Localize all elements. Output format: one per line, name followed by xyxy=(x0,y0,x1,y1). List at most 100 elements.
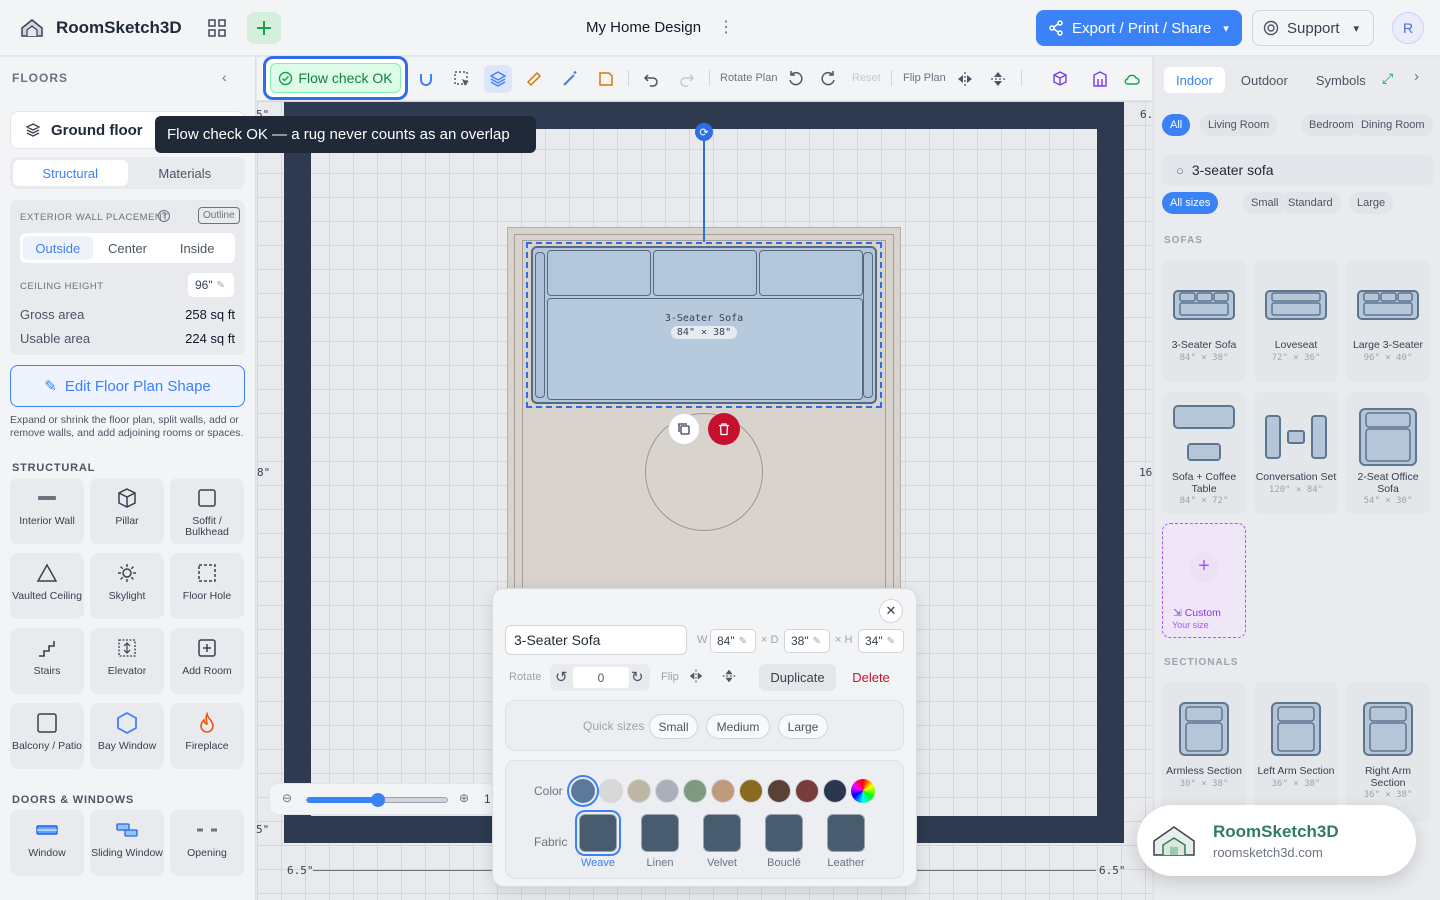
filter-all[interactable]: All xyxy=(1162,114,1191,136)
close-icon[interactable]: ✕ xyxy=(879,599,903,623)
fabric-velvet[interactable] xyxy=(703,814,741,852)
reset-button[interactable]: Reset xyxy=(852,72,881,84)
flow-check-button[interactable]: Flow check OK xyxy=(263,56,408,100)
zoom-slider[interactable] xyxy=(306,793,448,807)
placement-inside[interactable]: Inside xyxy=(162,236,232,260)
catalog-item-loveseat[interactable]: Loveseat 72" × 36" xyxy=(1254,260,1338,382)
fabric-weave[interactable] xyxy=(579,814,617,852)
flip-vertical-icon[interactable] xyxy=(988,69,1008,89)
catalog-item-sofa-coffee-table[interactable]: Sofa + Coffee Table 84" × 72" xyxy=(1162,392,1246,514)
quick-size-small[interactable]: Small xyxy=(649,714,698,739)
collapse-left-icon[interactable]: ‹ xyxy=(222,69,227,85)
tool-interior-wall[interactable]: Interior Wall xyxy=(10,478,84,544)
height-input[interactable]: 34" ✎ xyxy=(858,629,904,653)
chevron-right-icon[interactable]: › xyxy=(1414,68,1419,85)
brand-toast[interactable]: RoomSketch3D roomsketch3d.com xyxy=(1137,805,1416,876)
note-icon[interactable] xyxy=(596,69,616,89)
ceiling-height-input[interactable]: 96" ✎ xyxy=(188,273,234,297)
outline-badge[interactable]: Outline xyxy=(198,207,240,224)
3d-view-icon[interactable] xyxy=(1050,69,1070,89)
catalog-item-large-3-seater[interactable]: Large 3-Seater 96" × 40" xyxy=(1346,260,1430,382)
flip-horizontal-icon[interactable] xyxy=(955,69,975,89)
tool-add-room[interactable]: Add Room xyxy=(170,628,244,694)
rotate-cw-icon[interactable] xyxy=(818,69,838,89)
placement-outside[interactable]: Outside xyxy=(23,236,93,260)
filter-living-room[interactable]: Living Room xyxy=(1200,114,1278,136)
color-swatch[interactable] xyxy=(823,779,847,803)
tool-stairs[interactable]: Stairs xyxy=(10,628,84,694)
catalog-item-3-seater-sofa[interactable]: 3-Seater Sofa 84" × 38" xyxy=(1162,260,1246,382)
tool-sliding-window[interactable]: Sliding Window xyxy=(90,810,164,876)
rotate-handle[interactable]: ⟳ xyxy=(695,123,713,141)
magnet-icon[interactable] xyxy=(416,69,436,89)
building-icon[interactable] xyxy=(1090,69,1110,89)
rotate-cw-icon[interactable]: ↻ xyxy=(631,668,644,686)
color-swatch[interactable] xyxy=(627,779,651,803)
quick-size-large[interactable]: Large xyxy=(778,714,828,739)
undo-icon[interactable] xyxy=(641,69,661,89)
export-button[interactable]: Export / Print / Share ▾ xyxy=(1036,10,1242,46)
tab-materials[interactable]: Materials xyxy=(128,160,243,186)
size-filter-large[interactable]: Large xyxy=(1349,192,1394,214)
color-swatch[interactable] xyxy=(795,779,819,803)
catalog-item-armless-section[interactable]: Armless Section 30" × 38" xyxy=(1162,682,1246,822)
help-icon[interactable]: ? xyxy=(158,210,170,222)
catalog-search-input[interactable]: ○ 3-seater sofa xyxy=(1162,155,1434,185)
delete-button[interactable]: Delete xyxy=(843,664,899,691)
rotate-ccw-icon[interactable] xyxy=(786,69,806,89)
flip-vertical-icon[interactable] xyxy=(721,668,737,689)
filter-dining-room[interactable]: Dining Room xyxy=(1353,114,1433,136)
select-icon[interactable] xyxy=(452,69,472,89)
tab-symbols[interactable]: Symbols xyxy=(1304,67,1378,93)
tool-soffit-bulkhead[interactable]: Soffit / Bulkhead xyxy=(170,478,244,544)
size-filter-all[interactable]: All sizes xyxy=(1162,192,1219,214)
custom-size-item[interactable]: + ⇲ Custom Your size xyxy=(1162,523,1246,638)
object-name-input[interactable]: 3-Seater Sofa xyxy=(505,625,687,655)
tab-outdoor[interactable]: Outdoor xyxy=(1229,67,1300,93)
more-options-icon[interactable]: ⋮ xyxy=(718,16,734,40)
width-input[interactable]: 84" ✎ xyxy=(710,629,756,653)
color-swatch[interactable] xyxy=(767,779,791,803)
cloud-icon[interactable] xyxy=(1122,69,1142,89)
tool-window[interactable]: Window xyxy=(10,810,84,876)
document-title[interactable]: My Home Design xyxy=(586,19,701,36)
duplicate-button[interactable]: Duplicate xyxy=(759,664,836,691)
dashboard-button[interactable] xyxy=(200,12,234,44)
placement-center[interactable]: Center xyxy=(93,236,163,260)
tool-floor-hole[interactable]: Floor Hole xyxy=(170,553,244,619)
tool-fireplace[interactable]: Fireplace xyxy=(170,703,244,769)
flip-horizontal-icon[interactable] xyxy=(688,668,704,689)
zoom-in-icon[interactable]: ⊕ xyxy=(459,791,469,805)
size-filter-standard[interactable]: Standard xyxy=(1280,192,1341,214)
fabric-linen[interactable] xyxy=(641,814,679,852)
quick-size-medium[interactable]: Medium xyxy=(706,714,770,739)
layers-toggle-icon[interactable] xyxy=(484,65,512,93)
rotate-ccw-icon[interactable]: ↺ xyxy=(555,668,568,686)
color-swatch[interactable] xyxy=(655,779,679,803)
new-design-button[interactable] xyxy=(247,12,281,44)
color-swatch[interactable] xyxy=(599,779,623,803)
rotate-input[interactable]: 0 xyxy=(573,667,629,688)
depth-input[interactable]: 38" ✎ xyxy=(784,629,830,653)
tool-balcony-patio[interactable]: Balcony / Patio xyxy=(10,703,84,769)
support-button[interactable]: Support ▾ xyxy=(1252,10,1374,46)
tool-vaulted-ceiling[interactable]: Vaulted Ceiling xyxy=(10,553,84,619)
expand-icon[interactable]: ⤢ xyxy=(1382,70,1393,87)
delete-object-button[interactable] xyxy=(708,413,740,445)
catalog-item-right-arm-section[interactable]: Right Arm Section 36" × 38" xyxy=(1346,682,1430,822)
ruler-icon[interactable] xyxy=(524,69,544,89)
catalog-item-2-seat-office-sofa[interactable]: 2-Seat Office Sofa 54" × 30" xyxy=(1346,392,1430,514)
catalog-item-conversation-set[interactable]: Conversation Set 120" × 84" xyxy=(1254,392,1338,514)
edit-floor-plan-button[interactable]: ✎ Edit Floor Plan Shape xyxy=(10,365,245,407)
tab-indoor[interactable]: Indoor xyxy=(1164,67,1225,93)
tool-elevator[interactable]: Elevator xyxy=(90,628,164,694)
tool-pillar[interactable]: Pillar xyxy=(90,478,164,544)
fabric-leather[interactable] xyxy=(827,814,865,852)
tool-bay-window[interactable]: Bay Window xyxy=(90,703,164,769)
color-swatch[interactable] xyxy=(711,779,735,803)
color-swatch[interactable] xyxy=(571,779,595,803)
color-swatch[interactable] xyxy=(739,779,763,803)
tool-opening[interactable]: Opening xyxy=(170,810,244,876)
custom-color-picker[interactable] xyxy=(851,779,875,803)
zoom-slider-knob[interactable] xyxy=(371,793,385,807)
